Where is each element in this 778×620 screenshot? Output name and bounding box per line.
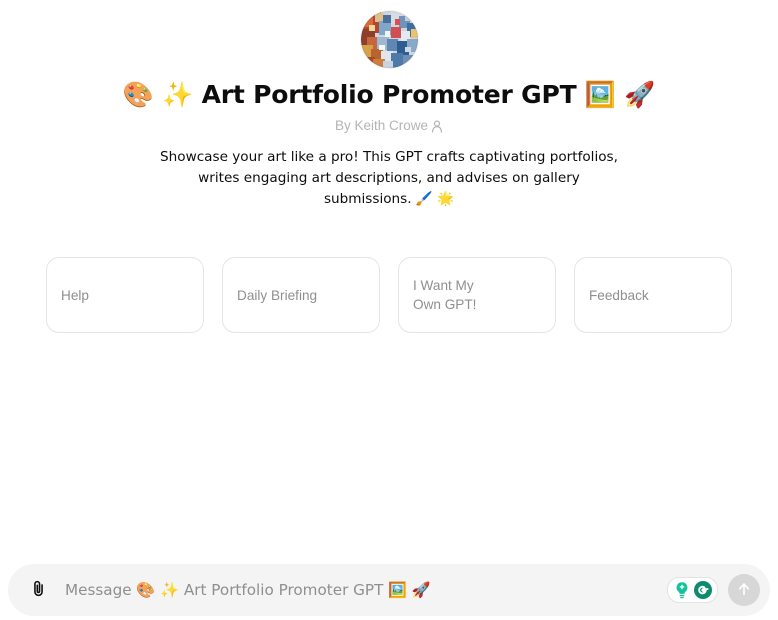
gpt-intro-header: 🎨 ✨ Art Portfolio Promoter GPT 🖼️ 🚀 By K… — [0, 0, 778, 210]
lightbulb-plus-icon — [672, 580, 692, 600]
gpt-byline-label: By Keith Crowe — [334, 118, 429, 133]
starter-prompt-feedback[interactable]: Feedback — [574, 257, 732, 333]
grammarly-button[interactable] — [667, 577, 718, 603]
grammarly-logo-icon — [693, 580, 713, 600]
composer-region — [0, 564, 778, 620]
message-input[interactable] — [54, 579, 667, 601]
arrow-up-icon — [735, 580, 753, 601]
send-message-button[interactable] — [728, 574, 760, 606]
gpt-avatar — [360, 11, 418, 68]
message-composer[interactable] — [8, 564, 770, 616]
chat-content-area: 🎨 ✨ Art Portfolio Promoter GPT 🖼️ 🚀 By K… — [0, 0, 778, 564]
gpt-description: Showcase your art like a pro! This GPT c… — [160, 149, 618, 207]
page-title: 🎨 ✨ Art Portfolio Promoter GPT 🖼️ 🚀 — [122, 80, 656, 109]
attach-file-button[interactable] — [22, 574, 54, 606]
gpt-byline: By Keith Crowe — [335, 117, 443, 135]
person-icon — [431, 119, 443, 133]
starter-prompts-grid: Help Daily Briefing I Want My Own GPT! F… — [46, 257, 732, 333]
starter-prompt-help[interactable]: Help — [46, 257, 204, 333]
paperclip-icon — [29, 579, 48, 601]
starter-prompt-daily-briefing[interactable]: Daily Briefing — [222, 257, 380, 333]
starter-prompt-i-want-my-own-gpt[interactable]: I Want My Own GPT! — [398, 257, 556, 333]
